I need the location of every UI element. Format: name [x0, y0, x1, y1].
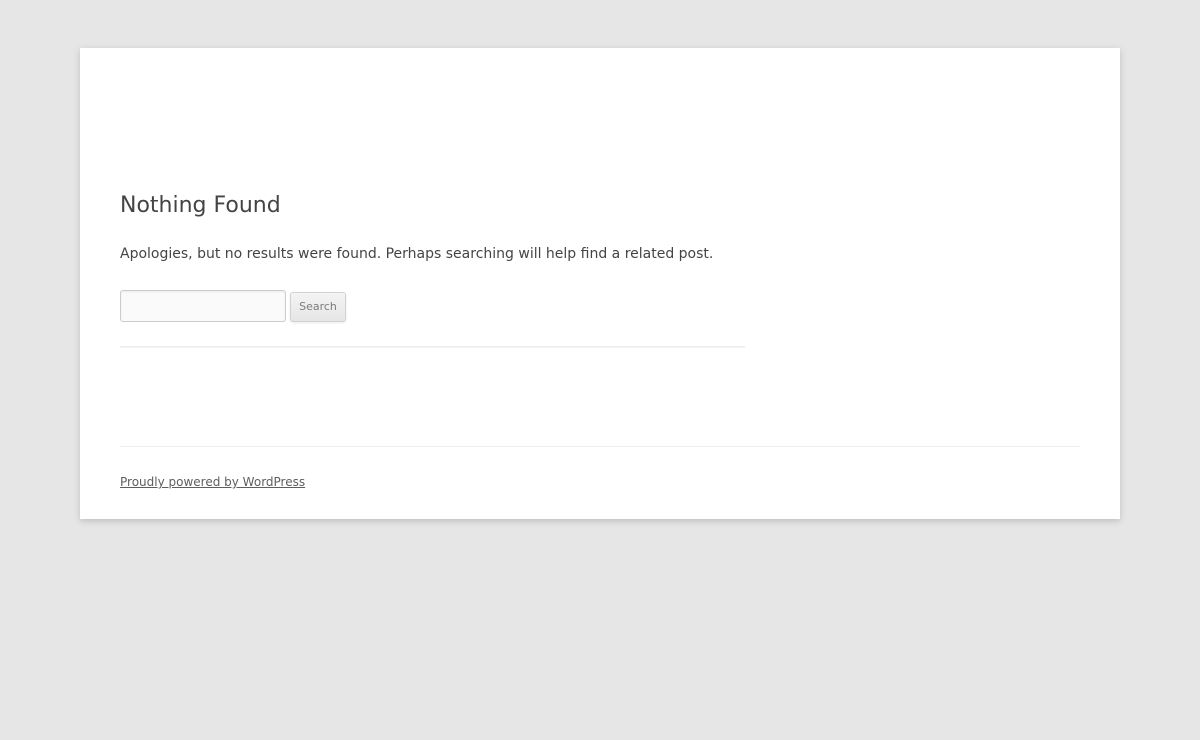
content-divider — [120, 346, 745, 348]
search-input[interactable] — [120, 290, 286, 322]
powered-by-wordpress-link[interactable]: Proudly powered by WordPress — [120, 473, 305, 491]
page-title: Nothing Found — [120, 193, 281, 218]
page-container: Nothing Found Apologies, but no results … — [80, 48, 1120, 519]
no-results-message: Apologies, but no results were found. Pe… — [120, 246, 714, 262]
footer-divider — [120, 446, 1080, 447]
search-button[interactable]: Search — [290, 292, 346, 322]
